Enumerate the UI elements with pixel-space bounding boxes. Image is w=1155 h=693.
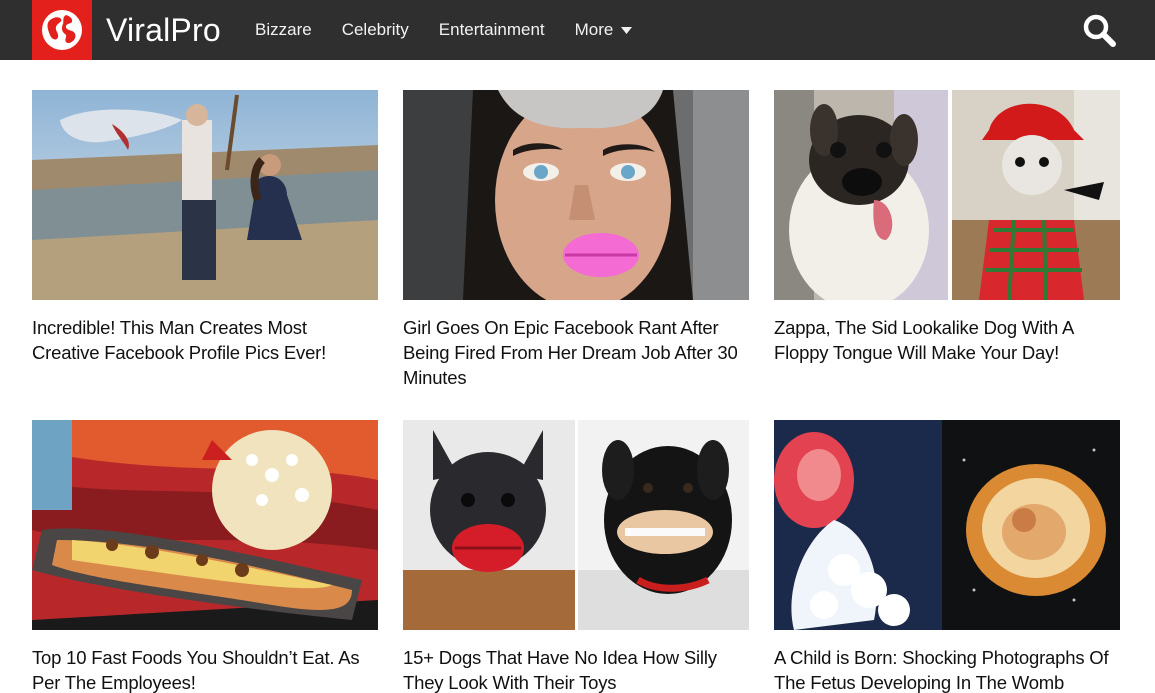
article-title[interactable]: Incredible! This Man Creates Most Creati… <box>32 315 378 365</box>
site-name[interactable]: ViralPro <box>106 9 221 51</box>
main-nav: Bizzare Celebrity Entertainment More <box>255 0 662 60</box>
article-card: A Child is Born: Shocking Photographs Of… <box>774 420 1120 693</box>
article-thumbnail[interactable] <box>32 420 378 630</box>
article-card: Top 10 Fast Foods You Shouldn’t Eat. As … <box>32 420 378 693</box>
search-icon <box>1083 14 1116 47</box>
article-title[interactable]: A Child is Born: Shocking Photographs Of… <box>774 645 1120 693</box>
nav-item-entertainment[interactable]: Entertainment <box>439 0 545 60</box>
caret-down-icon <box>621 26 633 34</box>
article-title[interactable]: Top 10 Fast Foods You Shouldn’t Eat. As … <box>32 645 378 693</box>
top-navigation-bar: ViralPro Bizzare Celebrity Entertainment… <box>0 0 1155 60</box>
nav-item-label: More <box>574 20 614 39</box>
article-card: 15+ Dogs That Have No Idea How Silly The… <box>403 420 749 693</box>
search-button[interactable] <box>1080 11 1118 49</box>
article-title[interactable]: Zappa, The Sid Lookalike Dog With A Flop… <box>774 315 1120 365</box>
nav-item-label: Bizzare <box>255 20 312 39</box>
nav-item-label: Celebrity <box>341 20 409 39</box>
article-thumbnail[interactable] <box>32 90 378 300</box>
article-title[interactable]: Girl Goes On Epic Facebook Rant After Be… <box>403 315 749 390</box>
globe-icon <box>42 10 82 50</box>
nav-item-celebrity[interactable]: Celebrity <box>342 0 409 60</box>
nav-item-bizzare[interactable]: Bizzare <box>255 0 312 60</box>
article-thumbnail[interactable] <box>774 420 1120 630</box>
article-thumbnail[interactable] <box>403 420 749 630</box>
article-card: Girl Goes On Epic Facebook Rant After Be… <box>403 90 749 390</box>
article-card: Incredible! This Man Creates Most Creati… <box>32 90 378 365</box>
site-logo[interactable] <box>32 0 92 60</box>
nav-item-label: Entertainment <box>438 20 545 39</box>
article-thumbnail[interactable] <box>403 90 749 300</box>
nav-item-more-dropdown[interactable]: More <box>575 0 633 60</box>
article-card: Zappa, The Sid Lookalike Dog With A Flop… <box>774 90 1120 365</box>
article-title[interactable]: 15+ Dogs That Have No Idea How Silly The… <box>403 645 749 693</box>
article-thumbnail[interactable] <box>774 90 1120 300</box>
